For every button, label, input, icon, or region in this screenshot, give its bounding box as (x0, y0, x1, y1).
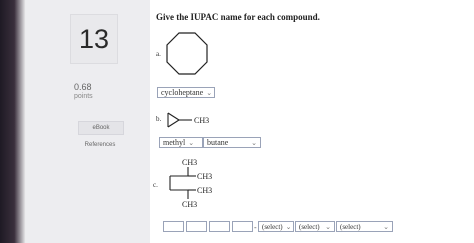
part-b-substituent-value: methyl (163, 138, 186, 147)
chevron-down-icon: ⌄ (285, 222, 292, 231)
part-b-structure: CH3 (167, 112, 209, 128)
chevron-down-icon: ⌄ (188, 138, 195, 147)
part-c-group-label: CH3 (197, 186, 212, 195)
part-c-select-1[interactable]: (select) ⌄ (258, 221, 294, 232)
part-c-locant-input[interactable] (186, 221, 207, 232)
part-c-locant-input[interactable] (232, 221, 253, 232)
part-b-substituent-select[interactable]: methyl ⌄ (159, 137, 203, 148)
part-b-label: b. (156, 115, 162, 123)
hyphen-separator: - (254, 223, 257, 232)
points-label: points (74, 93, 93, 100)
part-c-label: c. (153, 181, 158, 189)
part-c-group-label: CH3 (197, 172, 212, 181)
part-b-parent-value: butane (207, 138, 229, 147)
part-c-locant-input[interactable] (209, 221, 230, 232)
chevron-down-icon: ⌄ (383, 222, 389, 231)
part-c-select-1-value: (select) (262, 222, 283, 231)
chevron-down-icon: ⌄ (206, 88, 213, 97)
part-c-group-label: CH3 (182, 158, 197, 167)
chevron-down-icon: ⌄ (251, 138, 257, 147)
part-c-select-3[interactable]: (select) ⌄ (336, 221, 393, 232)
part-a-ring-structure (166, 32, 208, 75)
ebook-button[interactable]: eBook (78, 121, 124, 135)
references-button[interactable]: References (78, 139, 122, 151)
part-c-locant-input[interactable] (163, 221, 184, 232)
question-prompt: Give the IUPAC name for each compound. (156, 12, 320, 22)
points-value: 0.68 (74, 82, 92, 92)
part-c-select-2[interactable]: (select) ⌄ (295, 221, 335, 232)
part-c-group-label: CH3 (182, 200, 197, 209)
left-edge-shadow (0, 0, 26, 243)
part-b-parent-select[interactable]: butane ⌄ (203, 137, 261, 148)
part-c-select-2-value: (select) (299, 222, 320, 231)
part-c-select-3-value: (select) (340, 222, 361, 231)
part-a-answer-value: cycloheptane (161, 88, 204, 97)
chevron-down-icon: ⌄ (325, 222, 331, 231)
part-b-substituent-label: CH3 (194, 116, 209, 125)
part-a-answer-select[interactable]: cycloheptane ⌄ (157, 87, 215, 98)
question-number: 13 (70, 14, 118, 64)
part-a-label: a. (156, 50, 161, 58)
part-c-structure: CH3 CH3 CH3 CH3 (169, 158, 212, 209)
